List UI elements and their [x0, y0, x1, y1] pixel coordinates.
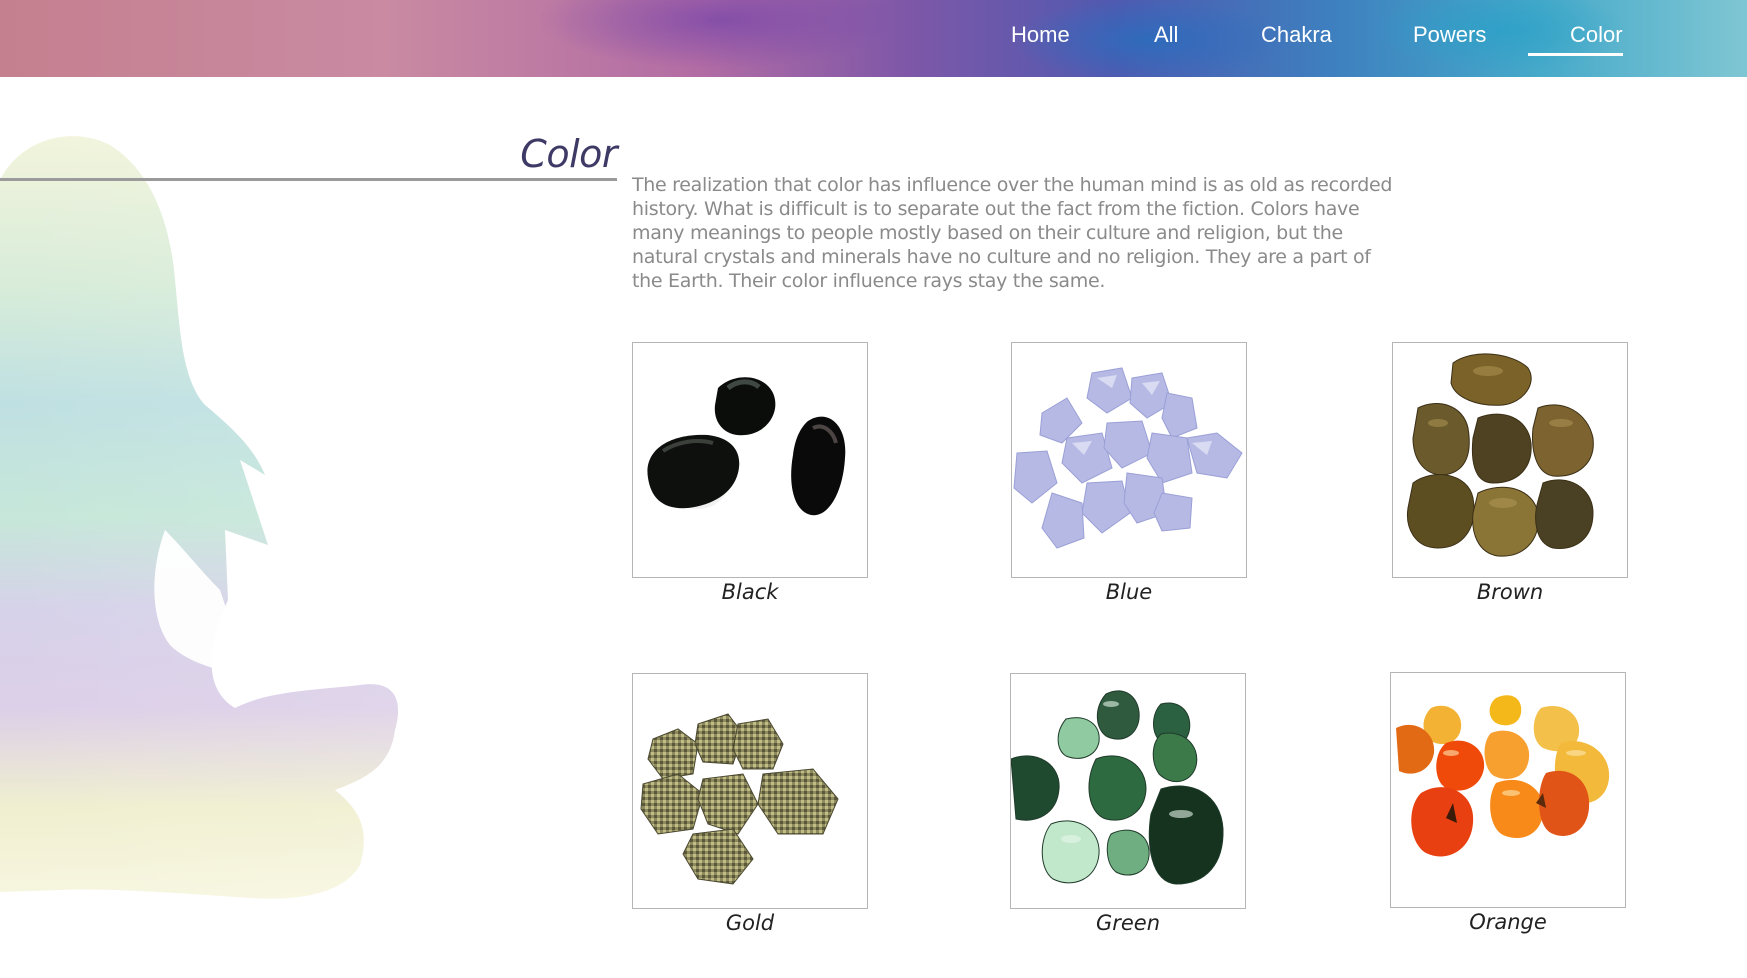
gallery-card-blue[interactable]: Blue: [1011, 342, 1247, 604]
gold-stones-image[interactable]: [632, 673, 868, 909]
title-rule: [0, 178, 617, 181]
gallery-label-orange[interactable]: Orange: [1390, 910, 1626, 934]
gallery-label-green[interactable]: Green: [1010, 911, 1246, 935]
header-banner: Home All Chakra Powers Color: [0, 0, 1747, 77]
nav-color[interactable]: Color: [1528, 22, 1623, 56]
page-title: Color: [520, 132, 617, 176]
gallery-label-brown[interactable]: Brown: [1392, 580, 1628, 604]
meditation-silhouette: [0, 130, 470, 910]
black-stones-image[interactable]: [632, 342, 868, 578]
gallery-card-green[interactable]: Green: [1010, 673, 1246, 935]
gallery-label-blue[interactable]: Blue: [1011, 580, 1247, 604]
nav-home[interactable]: Home: [1011, 22, 1070, 48]
brown-stones-image[interactable]: [1392, 342, 1628, 578]
green-stones-image[interactable]: [1010, 673, 1246, 909]
nav-powers[interactable]: Powers: [1413, 22, 1486, 48]
intro-paragraph: The realization that color has influence…: [632, 174, 1393, 292]
blue-stones-image[interactable]: [1011, 342, 1247, 578]
gallery-card-orange[interactable]: Orange: [1390, 672, 1626, 934]
nav-all[interactable]: All: [1154, 22, 1178, 48]
main-nav: Home All Chakra Powers Color: [0, 0, 1747, 77]
gallery-card-brown[interactable]: Brown: [1392, 342, 1628, 604]
nav-chakra[interactable]: Chakra: [1261, 22, 1332, 48]
gallery-card-gold[interactable]: Gold: [632, 673, 868, 935]
page: Home All Chakra Powers Color Color The r…: [0, 0, 1747, 978]
gallery-card-black[interactable]: Black: [632, 342, 868, 604]
gallery-label-gold[interactable]: Gold: [632, 911, 868, 935]
orange-stones-image[interactable]: [1390, 672, 1626, 908]
gallery-label-black[interactable]: Black: [632, 580, 868, 604]
